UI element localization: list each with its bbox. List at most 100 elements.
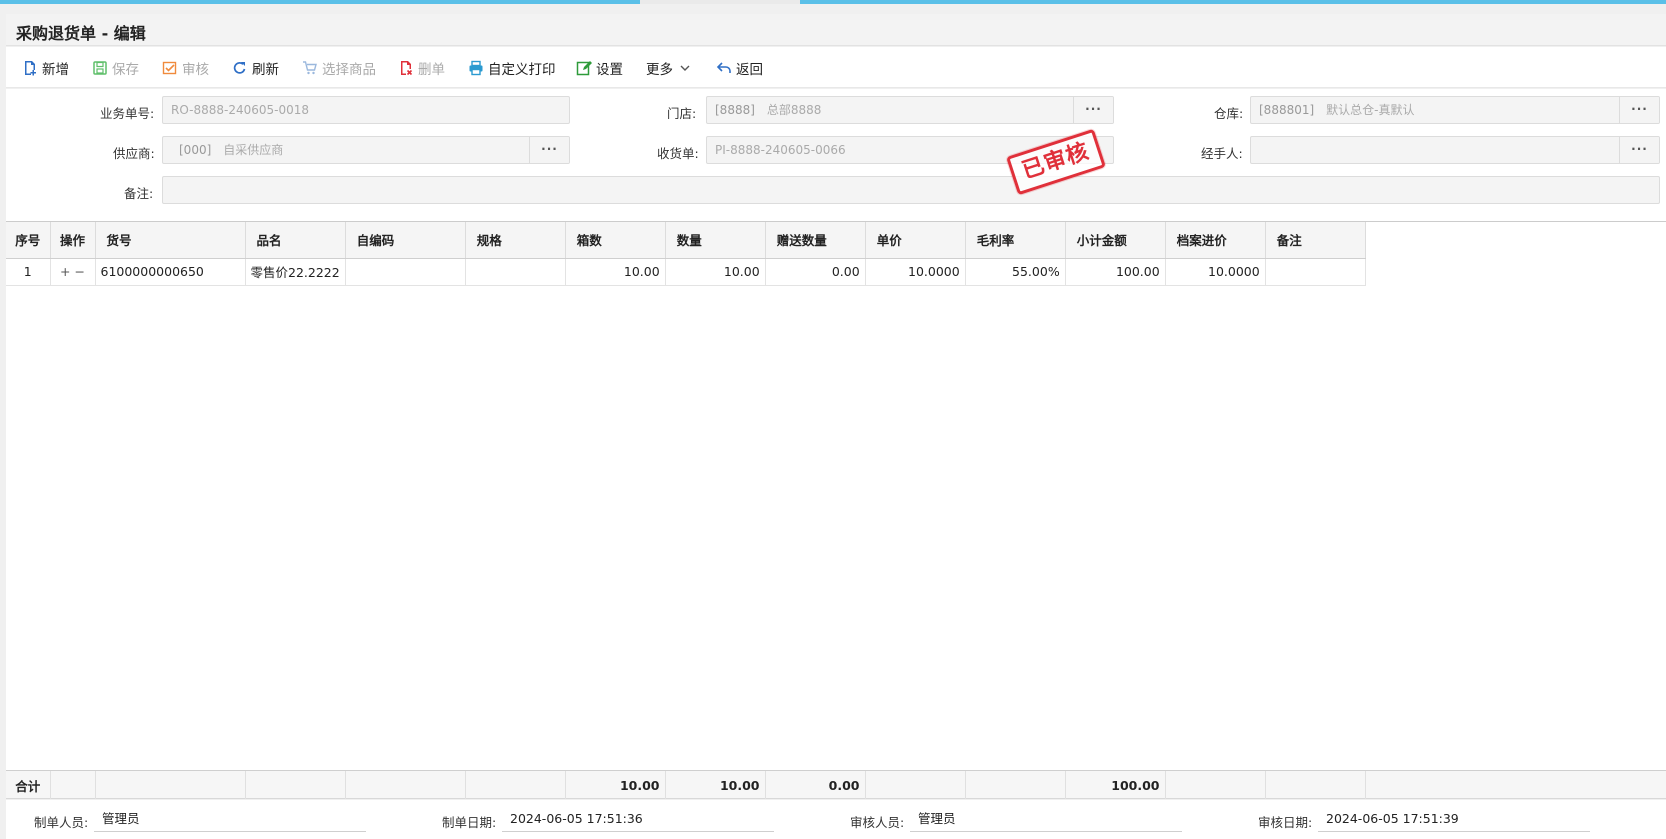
store-picker-button[interactable]: ···: [1073, 97, 1113, 123]
col-code[interactable]: 货号: [95, 222, 246, 259]
title-bar: 采购退货单 - 编辑: [6, 14, 1666, 46]
maker-label: 制单人员:: [34, 815, 89, 830]
auditor-label: 审核人员:: [850, 815, 905, 830]
settings-label: 设置: [596, 62, 623, 78]
bill-no-field[interactable]: RO-8888-240605-0018: [162, 96, 570, 124]
cell-code[interactable]: 6100000000650: [95, 258, 246, 286]
cell-price[interactable]: 10.0000: [865, 258, 966, 286]
bill-no-value: RO-8888-240605-0018: [171, 103, 309, 117]
col-subtotal[interactable]: 小计金额: [1065, 222, 1166, 259]
row-add-remove-buttons[interactable]: + −: [50, 258, 96, 286]
handler-field[interactable]: ···: [1250, 136, 1660, 164]
more-dropdown[interactable]: 更多: [646, 58, 693, 78]
refresh-icon: [232, 60, 248, 76]
new-button[interactable]: 新增: [22, 58, 69, 78]
supplier-code: [000]: [179, 143, 212, 157]
store-label: 门店:: [667, 106, 697, 121]
top-progress-bar: [0, 0, 1666, 4]
col-spec[interactable]: 规格: [465, 222, 566, 259]
store-field[interactable]: [8888] 总部8888 ···: [706, 96, 1114, 124]
audit-label: 审核: [182, 62, 209, 78]
cell-qty[interactable]: 10.00: [665, 258, 766, 286]
cell-boxes[interactable]: 10.00: [565, 258, 666, 286]
total-boxes: 10.00: [565, 771, 666, 799]
col-name[interactable]: 品名: [245, 222, 346, 259]
table-row[interactable]: 1 + − 6100000000650 零售价22.2222 10.00 10.…: [6, 258, 1366, 286]
make-date-value: 2024-06-05 17:51:36: [502, 808, 774, 832]
bill-no-label: 业务单号:: [100, 106, 155, 121]
delete-document-icon: [398, 60, 414, 76]
col-self-code[interactable]: 自编码: [345, 222, 466, 259]
store-code: [8888]: [715, 103, 755, 117]
col-file-price[interactable]: 档案进价: [1165, 222, 1266, 259]
custom-print-label: 自定义打印: [488, 62, 556, 78]
total-empty-margin: [965, 771, 1066, 799]
total-empty-price: [865, 771, 966, 799]
supplier-picker-button[interactable]: ···: [529, 137, 569, 163]
new-label: 新增: [42, 62, 69, 78]
check-box-icon: [162, 60, 178, 76]
col-price[interactable]: 单价: [865, 222, 966, 259]
cell-margin: 55.00%: [965, 258, 1066, 286]
remark-label: 备注:: [124, 186, 154, 201]
col-remark[interactable]: 备注: [1265, 222, 1366, 259]
select-goods-button[interactable]: 选择商品: [302, 58, 376, 78]
refresh-button[interactable]: 刷新: [232, 58, 279, 78]
remark-field[interactable]: [162, 176, 1660, 204]
total-empty-self-code: [345, 771, 466, 799]
total-label: 合计: [6, 771, 51, 799]
table-header-row: 序号 操作 货号 品名 自编码 规格 箱数 数量 赠送数量 单价 毛利率 小计金…: [6, 222, 1366, 259]
warehouse-code: [888801]: [1259, 103, 1315, 117]
total-empty-code: [95, 771, 246, 799]
cell-subtotal: 100.00: [1065, 258, 1166, 286]
col-boxes[interactable]: 箱数: [565, 222, 666, 259]
store-name: 总部8888: [766, 103, 822, 117]
toolbar: 新增 保存 审核 刷新 选择商品 删单 自定义打印 设置 更多 返回: [6, 47, 1666, 88]
total-gift-qty: 0.00: [765, 771, 866, 799]
handler-label: 经手人:: [1201, 146, 1243, 161]
col-gift-qty[interactable]: 赠送数量: [765, 222, 866, 259]
back-arrow-icon: [716, 60, 732, 76]
warehouse-field[interactable]: [888801] 默认总仓-真默认 ···: [1250, 96, 1660, 124]
maker-value: 管理员: [94, 808, 366, 832]
cell-seq: 1: [6, 258, 51, 286]
cell-remark[interactable]: [1265, 258, 1366, 286]
warehouse-name: 默认总仓-真默认: [1326, 103, 1415, 117]
supplier-field[interactable]: [000] 自采供应商 ···: [162, 136, 570, 164]
audit-date-value: 2024-06-05 17:51:39: [1318, 808, 1590, 832]
cell-self-code[interactable]: [345, 258, 466, 286]
supplier-name: 自采供应商: [223, 143, 284, 157]
supplier-label: 供应商:: [113, 146, 155, 161]
cell-spec[interactable]: [465, 258, 566, 286]
page-title: 采购退货单 - 编辑: [16, 24, 146, 43]
total-empty-name: [245, 771, 346, 799]
handler-picker-button[interactable]: ···: [1619, 137, 1659, 163]
delete-bill-button[interactable]: 删单: [398, 58, 445, 78]
delete-bill-label: 删单: [418, 62, 445, 78]
cell-gift-qty[interactable]: 0.00: [765, 258, 866, 286]
back-button[interactable]: 返回: [716, 58, 763, 78]
custom-print-button[interactable]: 自定义打印: [468, 58, 556, 78]
audit-button[interactable]: 审核: [162, 58, 209, 78]
refresh-label: 刷新: [252, 62, 279, 78]
cell-file-price: 10.0000: [1165, 258, 1266, 286]
auditor-value: 管理员: [910, 808, 1182, 832]
cell-name[interactable]: 零售价22.2222: [245, 258, 346, 286]
settings-button[interactable]: 设置: [576, 58, 623, 78]
receipt-label: 收货单:: [657, 146, 699, 161]
bill-header-form: 业务单号: RO-8888-240605-0018 门店: [8888] 总部88…: [6, 89, 1666, 221]
chevron-down-icon: [677, 60, 693, 76]
total-empty-file-price: [1165, 771, 1266, 799]
warehouse-picker-button[interactable]: ···: [1619, 97, 1659, 123]
make-date-label: 制单日期:: [442, 815, 497, 830]
col-margin[interactable]: 毛利率: [965, 222, 1066, 259]
cart-icon: [302, 60, 318, 76]
col-op[interactable]: 操作: [50, 222, 96, 259]
save-icon: [92, 60, 108, 76]
save-button[interactable]: 保存: [92, 58, 139, 78]
col-qty[interactable]: 数量: [665, 222, 766, 259]
total-row: 合计 10.00 10.00 0.00 100.00: [6, 770, 1666, 799]
edit-icon: [576, 60, 592, 76]
new-document-icon: [22, 60, 38, 76]
col-seq[interactable]: 序号: [6, 222, 51, 259]
